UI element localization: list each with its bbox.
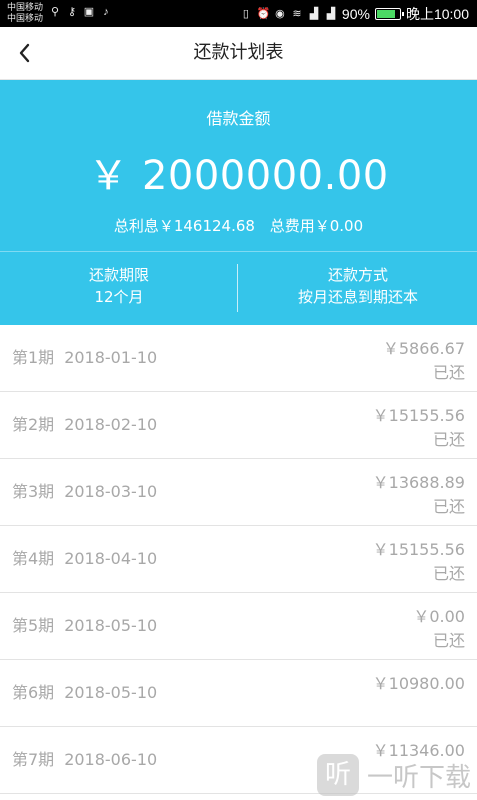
period-info: 第2期 2018-02-10 — [12, 411, 157, 435]
battery-percent: 90% — [341, 6, 370, 22]
method-value: 按月还息到期还本 — [297, 288, 418, 306]
carrier-label-1: 中国移动 — [7, 2, 44, 12]
usb-icon: ⚲ — [50, 6, 60, 18]
vibrate-icon: ▯ — [242, 8, 249, 20]
period-amount: ￥15155.56 — [372, 540, 465, 559]
period-amount: ￥15155.56 — [372, 406, 465, 425]
carrier-label-2: 中国移动 — [7, 13, 44, 23]
method-block: 还款方式 按月还息到期还本 — [239, 264, 477, 308]
period-date: 2018-04-10 — [64, 549, 158, 568]
status-bar: 中国移动 中国移动 ⚲ ⚷ ▣ ♪ ▯ ⏰ ◉ ≋ ▟ ▟ 90% 晚上10:0… — [0, 0, 477, 27]
loan-amount-label: 借款金额 — [206, 109, 271, 128]
carrier-info: 中国移动 中国移动 — [7, 2, 43, 24]
period-number: 第7期 — [12, 750, 55, 769]
period-number: 第3期 — [12, 482, 55, 501]
period-status: 已还 — [432, 564, 465, 583]
term-block: 还款期限 12个月 — [0, 264, 238, 308]
period-amount: ￥13688.89 — [372, 473, 465, 492]
period-amount: ￥10980.00 — [372, 674, 465, 693]
alarm-icon: ⏰ — [256, 8, 271, 20]
period-info: 第6期 2018-05-10 — [12, 679, 157, 703]
period-number: 第4期 — [12, 549, 55, 568]
period-amount: ￥0.00 — [413, 607, 465, 626]
key-icon: ⚷ — [67, 6, 77, 18]
list-item[interactable]: 第3期 2018-03-10 ￥13688.89 已还 — [0, 459, 477, 526]
list-item[interactable]: 第1期 2018-01-10 ￥5866.67 已还 — [0, 325, 477, 392]
total-interest: 总利息￥146124.68 — [113, 217, 255, 235]
tiktok-icon: ♪ — [103, 6, 109, 18]
list-item[interactable]: 第2期 2018-02-10 ￥15155.56 已还 — [0, 392, 477, 459]
period-date: 2018-01-10 — [64, 348, 158, 367]
period-status: 已还 — [432, 430, 465, 449]
watermark: 听 一听下载 — [316, 754, 471, 796]
term-label: 还款期限 — [88, 266, 149, 284]
summary-divider — [0, 251, 477, 252]
list-item[interactable]: 第5期 2018-05-10 ￥0.00 已还 — [0, 593, 477, 660]
wifi-icon: ≋ — [292, 8, 302, 20]
term-value: 12个月 — [94, 288, 144, 306]
period-info: 第7期 2018-06-10 — [12, 746, 157, 770]
loan-amount: ￥ 2000000.00 — [88, 153, 389, 199]
app-notification-icon: ▣ — [83, 6, 95, 18]
signal-icon-1: ▟ — [309, 8, 319, 20]
page-title: 还款计划表 — [193, 42, 284, 63]
battery-icon — [374, 8, 404, 20]
period-date: 2018-03-10 — [64, 482, 158, 501]
column-divider — [237, 264, 238, 312]
nav-bar: 还款计划表 — [0, 27, 477, 80]
period-number: 第5期 — [12, 616, 55, 635]
period-info: 第5期 2018-05-10 — [12, 612, 157, 636]
signal-icon-2: ▟ — [326, 8, 336, 20]
total-fee: 总费用￥0.00 — [269, 217, 364, 235]
notification-icons: ⚲ ⚷ ▣ ♪ — [49, 6, 112, 18]
period-status: 已还 — [432, 631, 465, 650]
period-number: 第2期 — [12, 415, 55, 434]
clock: 晚上10:00 — [405, 6, 469, 22]
period-number: 第1期 — [12, 348, 55, 367]
eye-icon: ◉ — [275, 8, 285, 20]
fee-row: 总利息￥146124.68 总费用￥0.00 — [0, 215, 477, 236]
repayment-schedule-list: 第1期 2018-01-10 ￥5866.67 已还 第2期 2018-02-10 … — [0, 325, 477, 794]
period-date: 2018-05-10 — [64, 683, 158, 702]
period-status: 已还 — [432, 363, 465, 382]
period-info: 第4期 2018-04-10 — [12, 545, 157, 569]
list-item[interactable]: 第6期 2018-05-10 ￥10980.00 — [0, 660, 477, 727]
period-date: 2018-06-10 — [64, 750, 158, 769]
watermark-logo: 听 — [316, 754, 359, 796]
period-date: 2018-02-10 — [64, 415, 158, 434]
list-item[interactable]: 第4期 2018-04-10 ￥15155.56 已还 — [0, 526, 477, 593]
watermark-text: 一听下载 — [366, 762, 471, 793]
status-icons-right: ▯ ⏰ ◉ ≋ ▟ ▟ 90% 晚上10:00 — [240, 4, 469, 24]
period-number: 第6期 — [12, 683, 55, 702]
method-label: 还款方式 — [327, 266, 388, 284]
loan-summary: 借款金额 ￥ 2000000.00 总利息￥146124.68 总费用￥0.00… — [0, 80, 477, 325]
period-date: 2018-05-10 — [64, 616, 158, 635]
period-status: 已还 — [432, 497, 465, 516]
period-info: 第3期 2018-03-10 — [12, 478, 157, 502]
period-amount: ￥5866.67 — [382, 339, 465, 358]
period-info: 第1期 2018-01-10 — [12, 344, 157, 368]
